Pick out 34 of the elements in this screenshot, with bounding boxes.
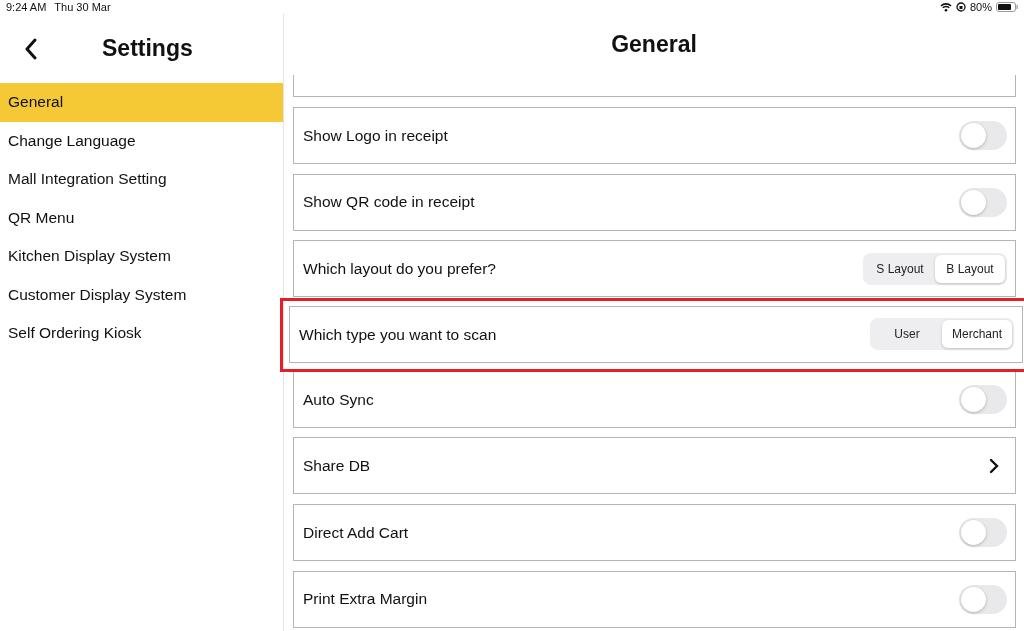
sidebar-item[interactable]: Change Language bbox=[0, 121, 283, 160]
toggle-switch[interactable] bbox=[959, 584, 1007, 614]
setting-label: Auto Sync bbox=[303, 389, 374, 410]
toggle-switch[interactable] bbox=[959, 517, 1007, 547]
sidebar-title: Settings bbox=[102, 34, 193, 63]
sidebar-item[interactable]: QR Menu bbox=[0, 198, 283, 237]
sidebar-item[interactable]: Self Ordering Kiosk bbox=[0, 314, 283, 353]
segment-button[interactable]: S Layout bbox=[865, 254, 935, 283]
toggle-switch[interactable] bbox=[959, 121, 1007, 150]
setting-label: Which type you want to scan bbox=[299, 324, 497, 345]
page-title: General bbox=[611, 30, 697, 59]
sidebar-item[interactable]: Customer Display System bbox=[0, 275, 283, 314]
setting-label: Direct Add Cart bbox=[303, 522, 409, 543]
status-date: Thu 30 Mar bbox=[54, 0, 111, 14]
status-time: 9:24 AM bbox=[6, 0, 47, 14]
segment-button[interactable]: Merchant bbox=[942, 320, 1012, 349]
sidebar-item[interactable]: Kitchen Display System bbox=[0, 237, 283, 276]
setting-label: Show Logo in receipt bbox=[303, 125, 448, 146]
rotation-lock-icon bbox=[955, 2, 966, 12]
setting-label: Share DB bbox=[303, 456, 371, 477]
setting-label: Print Extra Margin bbox=[303, 589, 428, 610]
sidebar-item[interactable]: General bbox=[0, 83, 283, 122]
battery-icon bbox=[996, 2, 1018, 12]
chevron-right-icon[interactable] bbox=[989, 457, 999, 474]
toggle-switch[interactable] bbox=[959, 187, 1007, 217]
setting-label: Which layout do you prefer? bbox=[303, 259, 496, 280]
back-icon[interactable] bbox=[24, 37, 38, 60]
wifi-icon bbox=[939, 2, 952, 12]
battery-percent: 80% bbox=[969, 0, 992, 14]
sidebar-item[interactable]: Mall Integration Setting bbox=[0, 160, 283, 199]
setting-label: Show QR code in receipt bbox=[303, 192, 475, 213]
toggle-switch[interactable] bbox=[959, 384, 1007, 414]
segment-button[interactable]: B Layout bbox=[935, 254, 1005, 283]
segment-button[interactable]: User bbox=[872, 320, 942, 349]
